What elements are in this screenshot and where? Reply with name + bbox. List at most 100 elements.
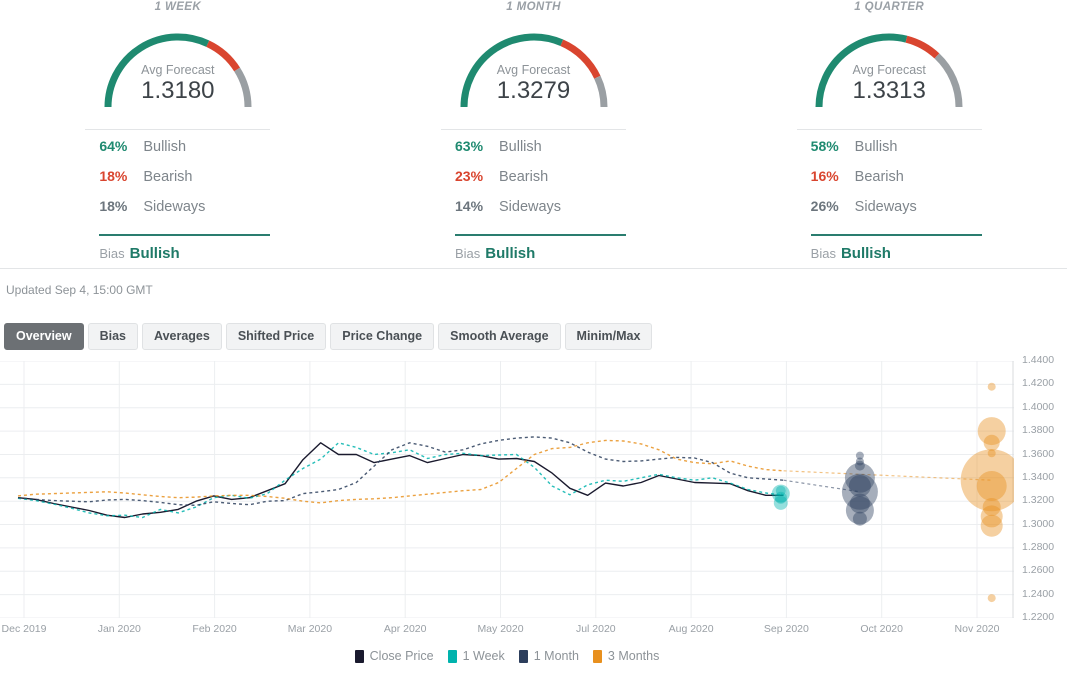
bearish-percent: 18%: [99, 168, 128, 184]
y-axis-tick: 1.4000: [1022, 400, 1055, 413]
legend-swatch-icon: [447, 649, 457, 663]
legend-swatch-icon: [354, 649, 364, 663]
forecast-panels: 1 WEEK Avg Forecast 1.3180 64% Bullish 1…: [0, 0, 1067, 268]
sideways-label: Sideways: [854, 199, 917, 215]
sentiment-row-bearish: 23% Bearish: [455, 168, 626, 198]
y-axis-tick: 1.3000: [1022, 517, 1055, 530]
forecast-dashboard: 1 WEEK Avg Forecast 1.3180 64% Bullish 1…: [0, 0, 1067, 683]
y-axis-tick: 1.2600: [1022, 564, 1055, 577]
updated-timestamp: Updated Sep 4, 15:00 GMT: [6, 283, 153, 297]
y-axis-tick: 1.3600: [1022, 447, 1055, 460]
panel-title: 1 WEEK: [154, 1, 202, 13]
bullish-label: Bullish: [499, 139, 542, 155]
sentiment-rows: 63% Bullish 23% Bearish 14% Sideways: [441, 130, 626, 228]
bullish-label: Bullish: [143, 139, 187, 155]
legend-label: 1 Month: [533, 649, 579, 663]
chart-legend: Close Price 1 Week 1 Month 3 Months: [0, 649, 1014, 663]
bias-summary: Bias Bullish: [797, 236, 982, 262]
legend-item[interactable]: 1 Month: [518, 649, 579, 663]
sideways-percent: 14%: [455, 198, 484, 214]
tab-minim-max[interactable]: Minim/Max: [564, 323, 653, 350]
legend-swatch-icon: [518, 649, 528, 663]
chart-x-axis: Dec 2019 Jan 2020 Feb 2020 Mar 2020 Apr 2020…: [0, 623, 1014, 641]
bullish-percent: 64%: [99, 138, 128, 154]
legend-label: Close Price: [369, 649, 434, 663]
sentiment-row-bullish: 58% Bullish: [811, 138, 982, 168]
bias-value: Bullish: [129, 245, 180, 262]
forecast-panel-0: 1 WEEK Avg Forecast 1.3180 64% Bullish 1…: [0, 0, 356, 268]
forecast-panel-2: 1 QUARTER Avg Forecast 1.3313 58% Bullis…: [711, 0, 1067, 268]
y-axis-tick: 1.3200: [1022, 494, 1055, 507]
bullish-percent: 58%: [810, 138, 839, 154]
legend-label: 3 Months: [607, 649, 660, 663]
legend-item[interactable]: 1 Week: [447, 649, 505, 663]
panel-body: 64% Bullish 18% Bearish 18% Sideways Bia…: [85, 129, 271, 262]
gauge-wrap: Avg Forecast 1.3180: [0, 13, 356, 121]
y-axis-tick: 1.3400: [1022, 470, 1055, 483]
x-axis-tick: Aug 2020: [668, 623, 714, 635]
legend-item[interactable]: Close Price: [354, 649, 434, 663]
sentiment-row-bearish: 16% Bearish: [811, 168, 982, 198]
x-axis-tick: Jul 2020: [575, 623, 616, 635]
x-axis-tick: Jan 2020: [97, 623, 141, 635]
panel-title: 1 QUARTER: [854, 1, 925, 13]
bias-value: Bullish: [485, 245, 536, 262]
legend-item[interactable]: 3 Months: [592, 649, 660, 663]
forecast-chart: 1.4400 1.4200 1.4000 1.3800 1.3600 1.3400 1.32…: [0, 354, 1067, 663]
y-axis-tick: 1.2400: [1022, 587, 1055, 600]
x-axis-tick: Mar 2020: [287, 623, 333, 635]
tab-shifted-price[interactable]: Shifted Price: [225, 323, 327, 350]
sentiment-row-sideways: 18% Sideways: [99, 198, 270, 228]
sideways-percent: 26%: [810, 198, 839, 214]
x-axis-tick: Oct 2020: [860, 623, 903, 635]
forecast-gauge: Avg Forecast 1.3279: [445, 13, 623, 113]
tab-bias[interactable]: Bias: [87, 323, 138, 350]
bias-label: Bias: [99, 246, 125, 261]
bias-summary: Bias Bullish: [441, 236, 626, 262]
x-axis-tick: May 2020: [477, 623, 524, 635]
legend-swatch-icon: [592, 649, 602, 663]
tab-smooth-average[interactable]: Smooth Average: [438, 323, 561, 350]
sentiment-row-sideways: 26% Sideways: [811, 198, 982, 228]
chart-y-axis: 1.4400 1.4200 1.4000 1.3800 1.3600 1.3400 1.32…: [1022, 354, 1067, 623]
tab-averages[interactable]: Averages: [142, 323, 222, 350]
bearish-percent: 16%: [810, 168, 839, 184]
x-axis-tick: Feb 2020: [192, 623, 237, 635]
chart-plot-area[interactable]: [0, 361, 1014, 618]
bearish-label: Bearish: [854, 169, 904, 185]
bullish-label: Bullish: [854, 139, 898, 155]
legend-label: 1 Week: [462, 649, 505, 663]
bias-label: Bias: [455, 246, 481, 261]
y-axis-tick: 1.4200: [1022, 377, 1055, 390]
y-axis-tick: 1.3800: [1022, 424, 1055, 437]
forecast-gauge: Avg Forecast 1.3313: [800, 13, 978, 113]
x-axis-tick: Nov 2020: [954, 623, 1000, 635]
bearish-percent: 23%: [455, 168, 484, 184]
x-axis-tick: Apr 2020: [383, 623, 427, 635]
y-axis-tick: 1.2800: [1022, 540, 1055, 553]
panel-title: 1 MONTH: [506, 1, 561, 13]
sentiment-row-bullish: 63% Bullish: [455, 138, 626, 168]
tab-price-change[interactable]: Price Change: [330, 323, 435, 350]
forecast-gauge: Avg Forecast 1.3180: [89, 13, 267, 113]
y-axis-tick: 1.2200: [1022, 611, 1055, 623]
sideways-label: Sideways: [143, 199, 206, 215]
tab-overview[interactable]: Overview: [4, 323, 84, 350]
bias-value: Bullish: [840, 245, 891, 262]
sentiment-row-bullish: 64% Bullish: [99, 138, 270, 168]
bearish-label: Bearish: [499, 169, 549, 185]
x-axis-tick: Dec 2019: [1, 623, 47, 635]
sentiment-row-bearish: 18% Bearish: [99, 168, 270, 198]
sentiment-rows: 64% Bullish 18% Bearish 18% Sideways: [85, 130, 270, 228]
sideways-percent: 18%: [99, 198, 128, 214]
bias-summary: Bias Bullish: [85, 236, 270, 262]
sideways-label: Sideways: [499, 199, 562, 215]
panel-body: 58% Bullish 16% Bearish 26% Sideways Bia…: [796, 129, 982, 262]
chart-tab-bar[interactable]: Overview Bias Averages Shifted Price Pri…: [0, 297, 1067, 350]
forecast-panel-1: 1 MONTH Avg Forecast 1.3279 63% Bullish …: [356, 0, 712, 268]
bullish-percent: 63%: [455, 138, 484, 154]
panel-body: 63% Bullish 23% Bearish 14% Sideways Bia…: [441, 129, 626, 262]
gauge-wrap: Avg Forecast 1.3279: [356, 13, 712, 121]
sentiment-row-sideways: 14% Sideways: [455, 198, 626, 228]
x-axis-tick: Sep 2020: [763, 623, 809, 635]
